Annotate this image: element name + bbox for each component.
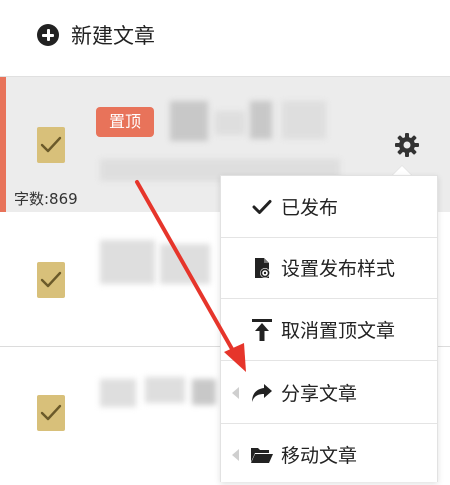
- blurred-title: [192, 379, 216, 405]
- word-count: 字数:869: [14, 190, 78, 208]
- submenu-arrow-icon: [232, 387, 239, 399]
- menu-item-label: 设置发布样式: [281, 258, 396, 280]
- blurred-title: [100, 379, 136, 407]
- blurred-title: [215, 111, 245, 135]
- pinned-badge: 置顶: [96, 107, 154, 137]
- top-bar: 新建文章: [0, 0, 450, 76]
- article-checkbox[interactable]: [37, 395, 65, 431]
- menu-item-label: 分享文章: [281, 383, 358, 405]
- menu-item-share[interactable]: 分享文章: [221, 362, 437, 424]
- check-icon: [250, 195, 274, 219]
- blurred-title: [160, 244, 210, 284]
- article-checkbox[interactable]: [37, 262, 65, 298]
- menu-item-unpin[interactable]: 取消置顶文章: [221, 299, 437, 361]
- blurred-title: [145, 377, 185, 403]
- new-article-label: 新建文章: [71, 24, 155, 48]
- submenu-arrow-icon: [232, 449, 239, 461]
- menu-item-move[interactable]: 移动文章: [221, 424, 437, 485]
- article-context-menu: 已发布 设置发布样式 取消置顶文章 分享文章 移动文章: [220, 175, 438, 482]
- menu-item-published[interactable]: 已发布: [221, 176, 437, 238]
- article-checkbox[interactable]: [37, 127, 65, 163]
- menu-item-label: 已发布: [281, 197, 339, 219]
- plus-circle-icon: [37, 24, 59, 46]
- checkmark-icon: [40, 404, 62, 421]
- checkmark-icon: [40, 271, 62, 288]
- folder-open-icon: [250, 443, 274, 467]
- new-article-button[interactable]: 新建文章: [37, 20, 155, 50]
- blurred-title: [282, 101, 326, 139]
- menu-item-label: 移动文章: [281, 445, 358, 467]
- unpin-upload-icon: [250, 318, 274, 342]
- share-icon: [250, 381, 274, 405]
- checkmark-icon: [40, 136, 62, 153]
- blurred-title: [100, 240, 155, 284]
- menu-item-label: 取消置顶文章: [281, 320, 396, 342]
- file-settings-icon: [250, 256, 274, 280]
- gear-icon[interactable]: [394, 132, 420, 158]
- menu-item-publish-style[interactable]: 设置发布样式: [221, 237, 437, 299]
- selected-indicator: [0, 77, 6, 212]
- blurred-title: [170, 101, 208, 141]
- blurred-title: [250, 101, 272, 139]
